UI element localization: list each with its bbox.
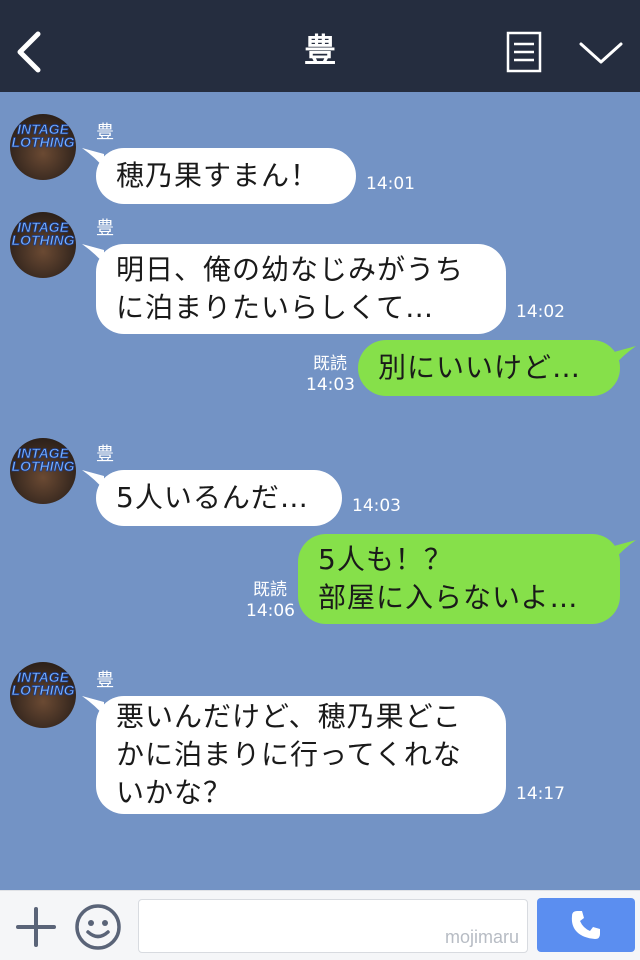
message-time: 14:01 <box>366 174 415 194</box>
avatar-image: INTAGE LOTHING <box>11 219 75 249</box>
sender-name: 豊 <box>96 444 114 465</box>
chat-header: 豊 <box>0 0 640 92</box>
avatar-image: INTAGE LOTHING <box>11 669 75 699</box>
chat-area[interactable]: INTAGE LOTHING 豊 穂乃果すまん！ 14:01 INTAGE LO… <box>0 92 640 890</box>
read-receipt: 既読 14:03 <box>306 354 355 396</box>
read-receipt: 既読 14:06 <box>246 580 295 622</box>
bubble-tail <box>614 540 636 560</box>
svg-text:LOTHING: LOTHING <box>12 458 75 474</box>
message-time: 14:17 <box>516 784 565 804</box>
avatar-image: INTAGE LOTHING <box>11 445 75 475</box>
read-label: 既読 <box>313 354 347 374</box>
message-bubble[interactable]: 5人も！？ 部屋に入らないよ… <box>298 534 620 624</box>
watermark: mojimaru <box>444 927 519 947</box>
svg-text:LOTHING: LOTHING <box>12 682 75 698</box>
message-bubble[interactable]: 別にいいけど… <box>358 340 620 396</box>
svg-text:LOTHING: LOTHING <box>12 134 75 150</box>
sender-name: 豊 <box>96 122 114 143</box>
message-time: 14:03 <box>306 375 355 395</box>
plus-icon <box>16 907 56 947</box>
avatar[interactable]: INTAGE LOTHING <box>10 212 76 278</box>
attach-button[interactable] <box>14 905 58 949</box>
note-icon <box>506 31 542 73</box>
input-bar: mojimaru <box>0 890 640 960</box>
phone-icon <box>571 911 600 939</box>
sender-name: 豊 <box>96 218 114 239</box>
message-time: 14:06 <box>246 601 295 621</box>
message-bubble[interactable]: 穂乃果すまん！ <box>96 148 356 204</box>
avatar[interactable]: INTAGE LOTHING <box>10 438 76 504</box>
message-bubble[interactable]: 5人いるんだ… <box>96 470 342 526</box>
emoji-button[interactable] <box>74 903 122 951</box>
smiley-icon <box>75 904 121 950</box>
message-time: 14:03 <box>352 496 401 516</box>
message-time: 14:02 <box>516 302 565 322</box>
avatar[interactable]: INTAGE LOTHING <box>10 114 76 180</box>
call-button[interactable] <box>537 898 635 952</box>
chat-title: 豊 <box>303 31 336 69</box>
note-button[interactable] <box>506 31 542 73</box>
message-bubble[interactable]: 明日、俺の幼なじみがうち に泊まりたいらしくて… <box>96 244 506 334</box>
read-label: 既読 <box>253 580 287 600</box>
bubble-tail <box>614 346 636 366</box>
avatar-image: INTAGE LOTHING <box>11 121 75 151</box>
message-bubble[interactable]: 悪いんだけど、穂乃果どこ かに泊まりに行ってくれな いかな？ <box>96 696 506 814</box>
svg-text:LOTHING: LOTHING <box>12 232 75 248</box>
message-input[interactable]: mojimaru <box>138 899 528 953</box>
chevron-down-icon <box>579 42 623 64</box>
avatar[interactable]: INTAGE LOTHING <box>10 662 76 728</box>
dropdown-button[interactable] <box>578 38 624 68</box>
sender-name: 豊 <box>96 670 114 691</box>
